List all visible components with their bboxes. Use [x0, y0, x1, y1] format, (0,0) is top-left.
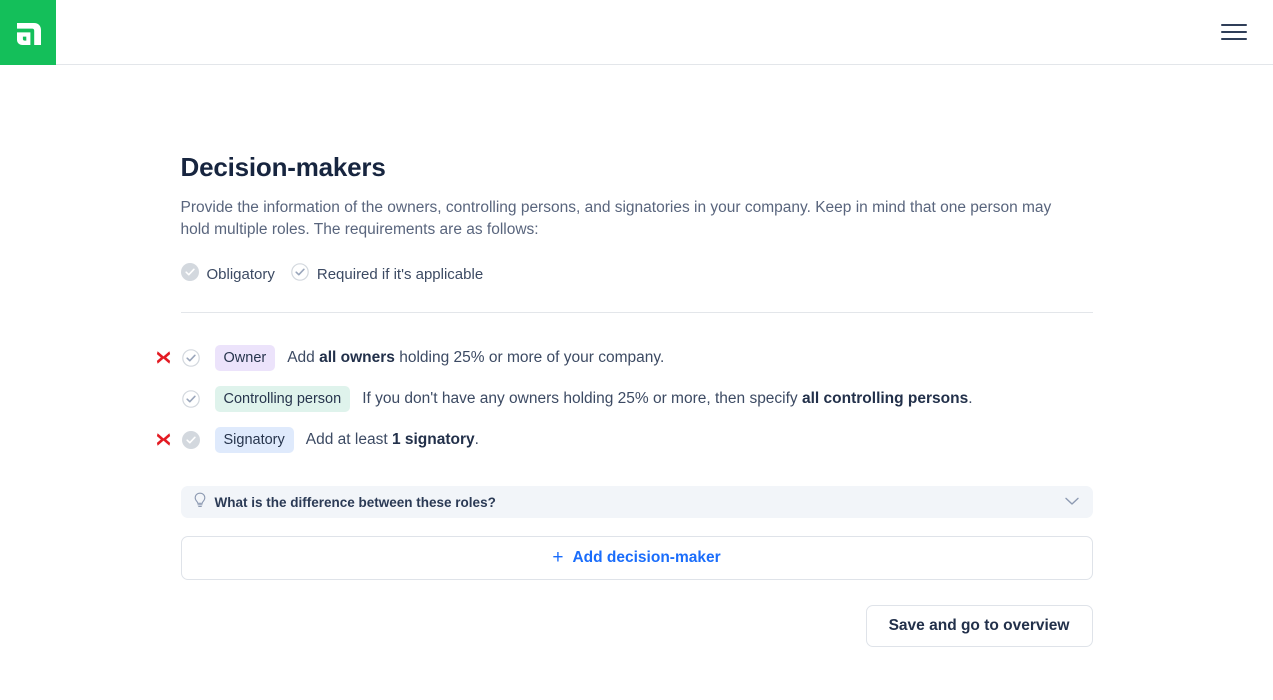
error-cross-icon [155, 431, 173, 449]
role-row-signatory: Signatory Add at least 1 signatory. [156, 419, 1093, 460]
hamburger-menu-icon[interactable] [1221, 21, 1247, 43]
page-wrapper: Decision-makers Provide the information … [0, 65, 1273, 647]
chevron-down-icon[interactable] [1064, 493, 1079, 511]
role-row-owner: Owner Add all owners holding 25% or more… [156, 337, 1093, 378]
role-text-before: Add [287, 348, 320, 366]
check-circle-filled-icon [181, 430, 201, 449]
role-text-after: . [474, 430, 479, 448]
role-description-signatory: Add at least 1 signatory. [306, 429, 479, 451]
role-row-controlling-person: Controlling person If you don't have any… [181, 378, 1093, 419]
hamburger-line-1 [1221, 24, 1247, 26]
section-divider [180, 312, 1093, 313]
check-circle-filled-icon [180, 263, 199, 286]
check-circle-outline-icon [181, 389, 201, 408]
accordion-title: What is the difference between these rol… [214, 494, 496, 510]
role-requirements-list: Owner Add all owners holding 25% or more… [156, 337, 1093, 460]
legend-item-obligatory: Obligatory [180, 263, 275, 286]
add-decision-maker-label: Add decision-maker [572, 549, 721, 566]
legend-item-conditional: Required if it's applicable [291, 263, 483, 286]
company-logo[interactable] [0, 0, 56, 65]
role-text-before: If you don't have any owners holding 25%… [362, 389, 802, 407]
hamburger-line-2 [1221, 31, 1247, 33]
role-badge-signatory: Signatory [214, 426, 294, 453]
page-description: Provide the information of the owners, c… [180, 199, 1052, 238]
role-text-bold: all controlling persons [802, 389, 969, 407]
legend: Obligatory Required if it's applicable [180, 263, 1093, 286]
role-text-before: Add at least [305, 430, 392, 448]
legend-label-conditional: Required if it's applicable [316, 266, 484, 283]
role-badge-controlling-person: Controlling person [214, 385, 351, 412]
check-circle-outline-icon [181, 348, 201, 367]
check-circle-outline-icon [291, 263, 309, 286]
role-text-bold: 1 signatory [391, 430, 475, 448]
role-text-after: . [968, 389, 973, 407]
hamburger-line-3 [1221, 38, 1247, 40]
role-badge-owner: Owner [214, 344, 276, 371]
legend-label-obligatory: Obligatory [206, 266, 275, 283]
role-description-owner: Add all owners holding 25% or more of yo… [287, 347, 664, 369]
company-logo-icon [13, 18, 43, 48]
error-cross-icon [155, 349, 173, 367]
footer-actions: Save and go to overview [181, 605, 1093, 647]
save-and-go-to-overview-button[interactable]: Save and go to overview [865, 605, 1093, 647]
page-content: Decision-makers Provide the information … [156, 151, 1093, 647]
role-text-after: holding 25% or more of your company. [394, 348, 665, 366]
lightbulb-icon [193, 492, 207, 513]
plus-icon: + [552, 547, 564, 568]
role-text-bold: all owners [319, 348, 395, 366]
role-description-controlling-person: If you don't have any owners holding 25%… [362, 388, 972, 410]
roles-help-accordion[interactable]: What is the difference between these rol… [180, 486, 1093, 518]
app-header [0, 0, 1273, 65]
page-title: Decision-makers [180, 152, 386, 182]
add-decision-maker-button[interactable]: + Add decision-maker [180, 536, 1093, 580]
